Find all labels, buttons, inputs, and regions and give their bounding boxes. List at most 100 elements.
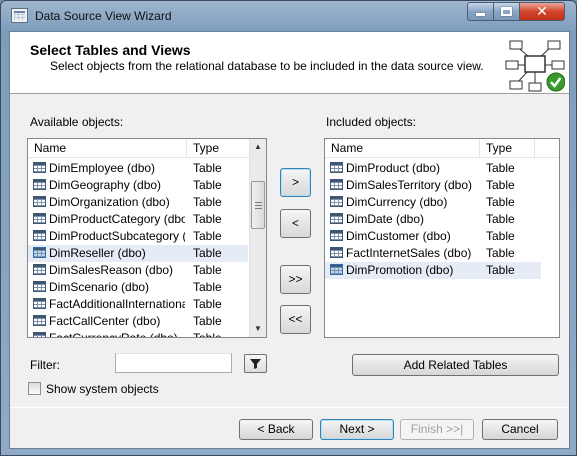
table-icon bbox=[330, 264, 343, 275]
table-icon bbox=[33, 213, 46, 224]
table-row-name: DimCurrency (dbo) bbox=[330, 194, 482, 211]
table-row-type: Table bbox=[193, 161, 222, 175]
table-row-type: Table bbox=[193, 297, 222, 311]
included-type-column-header[interactable]: Type bbox=[480, 139, 535, 158]
included-objects-list[interactable]: Name Type DimProduct (dbo) Table DimSalesT… bbox=[324, 138, 560, 338]
table-name-text: DimCustomer (dbo) bbox=[346, 229, 451, 243]
table-icon bbox=[33, 162, 46, 173]
table-icon bbox=[33, 247, 46, 258]
filter-input[interactable] bbox=[115, 353, 232, 373]
table-name-text: DimProduct (dbo) bbox=[346, 161, 441, 175]
available-objects-list[interactable]: Name Type DimEmployee (dbo) Table DimGeogr… bbox=[27, 138, 267, 338]
table-name-text: FactInternetSales (dbo) bbox=[346, 246, 472, 260]
page-subtitle: Select objects from the relational datab… bbox=[50, 59, 484, 73]
table-row-type: Table bbox=[486, 161, 515, 175]
table-row-name: FactCurrencyRate (dbo) bbox=[33, 330, 185, 337]
show-system-objects-checkbox[interactable] bbox=[28, 382, 41, 395]
table-row-type: Table bbox=[193, 246, 222, 260]
table-row[interactable]: DimProductSubcategory (... Table bbox=[28, 228, 248, 245]
remove-selected-button[interactable]: < bbox=[280, 209, 311, 238]
table-row-type: Table bbox=[486, 246, 515, 260]
show-system-objects-label: Show system objects bbox=[46, 382, 159, 396]
table-row-name: FactCallCenter (dbo) bbox=[33, 313, 185, 330]
table-row[interactable]: DimCustomer (dbo) Table bbox=[325, 228, 541, 245]
table-icon bbox=[33, 281, 46, 292]
table-row-type: Table bbox=[486, 212, 515, 226]
wizard-app-icon bbox=[11, 8, 28, 23]
table-name-text: DimSalesReason (dbo) bbox=[49, 263, 174, 277]
table-name-text: DimPromotion (dbo) bbox=[346, 263, 454, 277]
add-selected-button[interactable]: > bbox=[280, 168, 311, 197]
table-row[interactable]: DimCurrency (dbo) Table bbox=[325, 194, 541, 211]
table-name-text: DimProductCategory (dbo) bbox=[49, 212, 185, 226]
close-icon: ✕ bbox=[536, 3, 548, 19]
minimize-button[interactable] bbox=[467, 2, 494, 21]
wizard-body: Select Tables and Views Select objects f… bbox=[9, 31, 570, 449]
available-list-scrollbar[interactable]: ▲ ▼ bbox=[249, 139, 266, 337]
finish-button[interactable]: Finish >>| bbox=[400, 419, 474, 440]
scroll-up-icon[interactable]: ▲ bbox=[250, 139, 266, 155]
table-row-type: Table bbox=[486, 195, 515, 209]
table-row-type: Table bbox=[193, 263, 222, 277]
funnel-icon bbox=[250, 359, 261, 369]
minimize-icon bbox=[476, 13, 485, 16]
table-name-text: DimOrganization (dbo) bbox=[49, 195, 170, 209]
table-row[interactable]: DimDate (dbo) Table bbox=[325, 211, 541, 228]
table-row[interactable]: FactCallCenter (dbo) Table bbox=[28, 313, 248, 330]
next-button[interactable]: Next > bbox=[320, 419, 394, 440]
table-row-name: DimCustomer (dbo) bbox=[330, 228, 482, 245]
scroll-down-icon[interactable]: ▼ bbox=[250, 321, 266, 337]
table-row[interactable]: DimReseller (dbo) Table bbox=[28, 245, 248, 262]
back-button[interactable]: < Back bbox=[239, 419, 313, 440]
table-row-name: FactAdditionalInternational... bbox=[33, 296, 185, 313]
table-row-type: Table bbox=[193, 178, 222, 192]
table-row[interactable]: DimPromotion (dbo) Table bbox=[325, 262, 541, 279]
table-name-text: DimScenario (dbo) bbox=[49, 280, 150, 294]
table-row-type: Table bbox=[193, 314, 222, 328]
available-type-column-header[interactable]: Type bbox=[187, 139, 250, 158]
scroll-thumb[interactable] bbox=[251, 181, 265, 229]
table-row[interactable]: DimEmployee (dbo) Table bbox=[28, 160, 248, 177]
table-row[interactable]: DimSalesReason (dbo) Table bbox=[28, 262, 248, 279]
footer-separator bbox=[10, 407, 569, 408]
available-objects-label: Available objects: bbox=[30, 115, 124, 129]
table-name-text: DimEmployee (dbo) bbox=[49, 161, 156, 175]
table-row-name: DimGeography (dbo) bbox=[33, 177, 185, 194]
remove-all-button[interactable]: << bbox=[280, 305, 311, 334]
table-row-type: Table bbox=[193, 229, 222, 243]
table-row[interactable]: DimGeography (dbo) Table bbox=[28, 177, 248, 194]
table-row-type: Table bbox=[486, 178, 515, 192]
window-title: Data Source View Wizard bbox=[35, 9, 172, 23]
table-icon bbox=[33, 298, 46, 309]
table-row-type: Table bbox=[193, 212, 222, 226]
table-row-type: Table bbox=[486, 263, 515, 277]
title-bar[interactable]: Data Source View Wizard ✕ bbox=[1, 1, 576, 31]
table-name-text: FactCallCenter (dbo) bbox=[49, 314, 161, 328]
table-row[interactable]: DimSalesTerritory (dbo) Table bbox=[325, 177, 541, 194]
table-row-type: Table bbox=[486, 229, 515, 243]
table-row[interactable]: DimProductCategory (dbo) Table bbox=[28, 211, 248, 228]
table-row[interactable]: DimProduct (dbo) Table bbox=[325, 160, 541, 177]
table-icon bbox=[33, 264, 46, 275]
included-name-column-header[interactable]: Name bbox=[325, 139, 480, 158]
maximize-icon bbox=[501, 7, 512, 16]
add-all-button[interactable]: >> bbox=[280, 265, 311, 294]
maximize-button[interactable] bbox=[493, 2, 520, 21]
table-row[interactable]: DimOrganization (dbo) Table bbox=[28, 194, 248, 211]
cancel-button[interactable]: Cancel bbox=[482, 419, 558, 440]
table-name-text: FactAdditionalInternational... bbox=[49, 297, 185, 311]
close-button[interactable]: ✕ bbox=[519, 2, 565, 21]
table-icon bbox=[33, 315, 46, 326]
add-related-tables-button[interactable]: Add Related Tables bbox=[352, 354, 559, 376]
table-icon bbox=[33, 179, 46, 190]
table-name-text: DimProductSubcategory (... bbox=[49, 229, 185, 243]
table-row-name: DimProductCategory (dbo) bbox=[33, 211, 185, 228]
available-name-column-header[interactable]: Name bbox=[28, 139, 187, 158]
table-row[interactable]: FactAdditionalInternational... Table bbox=[28, 296, 248, 313]
filter-button[interactable] bbox=[244, 354, 267, 373]
table-row-name: DimSalesTerritory (dbo) bbox=[330, 177, 482, 194]
table-row[interactable]: FactInternetSales (dbo) Table bbox=[325, 245, 541, 262]
table-row[interactable]: DimScenario (dbo) Table bbox=[28, 279, 248, 296]
included-objects-label: Included objects: bbox=[326, 115, 417, 129]
table-row[interactable]: FactCurrencyRate (dbo) Table bbox=[28, 330, 248, 337]
